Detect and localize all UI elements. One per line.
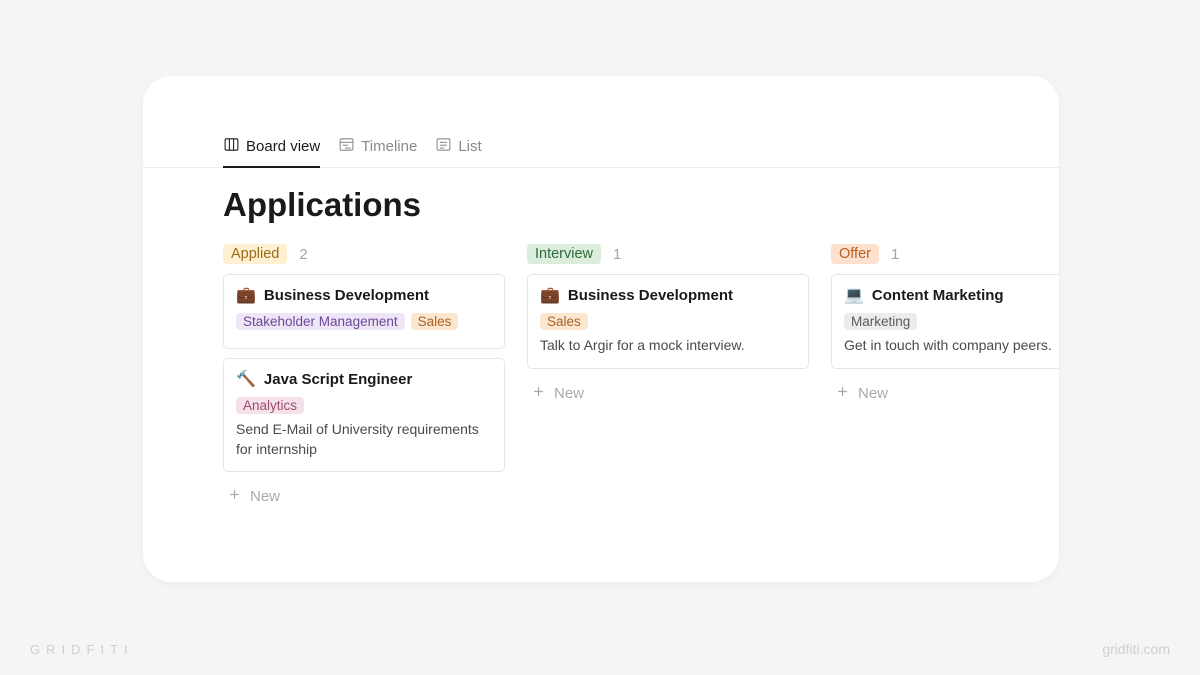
new-label: New [250,488,280,505]
board-card[interactable]: 🔨 Java Script Engineer Analytics Send E-Mai… [223,358,505,472]
column-count: 1 [891,246,899,263]
plus-icon [227,487,242,506]
page-title: Applications [143,168,1059,232]
tab-label: Board view [246,138,320,155]
tab-list[interactable]: List [435,136,481,168]
card-title-row: 💼 Business Development [236,285,492,305]
timeline-icon [338,136,355,157]
column-applied: Applied 2 💼 Business Development Stakeholder… [223,244,505,512]
board-icon [223,136,240,157]
card-emoji-icon: 💼 [540,285,560,305]
new-label: New [554,385,584,402]
column-badge[interactable]: Interview [527,244,601,264]
card-note: Get in touch with company peers. [844,336,1059,356]
card-title-row: 💻 Content Marketing [844,285,1059,305]
card-emoji-icon: 🔨 [236,369,256,389]
column-badge[interactable]: Applied [223,244,287,264]
new-card-button[interactable]: New [831,378,1059,409]
card-title-row: 💼 Business Development [540,285,796,305]
card-tags: Marketing [844,313,1059,330]
new-card-button[interactable]: New [223,481,505,512]
tab-label: Timeline [361,138,417,155]
watermark-url: gridfiti.com [1102,641,1170,657]
board-card[interactable]: 💼 Business Development Stakeholder Managem… [223,274,505,349]
card-note: Talk to Argir for a mock interview. [540,336,796,356]
tab-board-view[interactable]: Board view [223,136,320,168]
app-window: Board view Timeline List Applications Ap… [143,76,1059,582]
new-label: New [858,385,888,402]
card-emoji-icon: 💻 [844,285,864,305]
list-icon [435,136,452,157]
column-header: Interview 1 [527,244,809,264]
kanban-board: Applied 2 💼 Business Development Stakeholder… [143,232,1059,512]
card-title: Business Development [568,287,733,304]
board-card[interactable]: 💼 Business Development Sales Talk to Argir … [527,274,809,369]
plus-icon [835,384,850,403]
card-tags: Sales [540,313,796,330]
plus-icon [531,384,546,403]
tag: Sales [411,313,459,330]
card-title-row: 🔨 Java Script Engineer [236,369,492,389]
column-count: 2 [299,246,307,263]
card-emoji-icon: 💼 [236,285,256,305]
card-tags: Analytics [236,397,492,414]
column-interview: Interview 1 💼 Business Development Sales Talk… [527,244,809,512]
column-badge[interactable]: Offer [831,244,879,264]
tab-timeline[interactable]: Timeline [338,136,417,168]
new-card-button[interactable]: New [527,378,809,409]
card-title: Business Development [264,287,429,304]
tag: Analytics [236,397,304,414]
tag: Sales [540,313,588,330]
watermark-brand: GRIDFITI [30,642,134,657]
tag: Marketing [844,313,917,330]
view-tabs: Board view Timeline List [143,136,1059,168]
column-count: 1 [613,246,621,263]
tab-label: List [458,138,481,155]
card-title: Java Script Engineer [264,371,412,388]
column-header: Offer 1 [831,244,1059,264]
column-header: Applied 2 [223,244,505,264]
card-tags: Stakeholder Management Sales [236,313,492,330]
tag: Stakeholder Management [236,313,405,330]
card-title: Content Marketing [872,287,1004,304]
column-offer: Offer 1 💻 Content Marketing Marketing Get in … [831,244,1059,512]
board-card[interactable]: 💻 Content Marketing Marketing Get in touch … [831,274,1059,369]
card-note: Send E-Mail of University requirements f… [236,420,492,459]
